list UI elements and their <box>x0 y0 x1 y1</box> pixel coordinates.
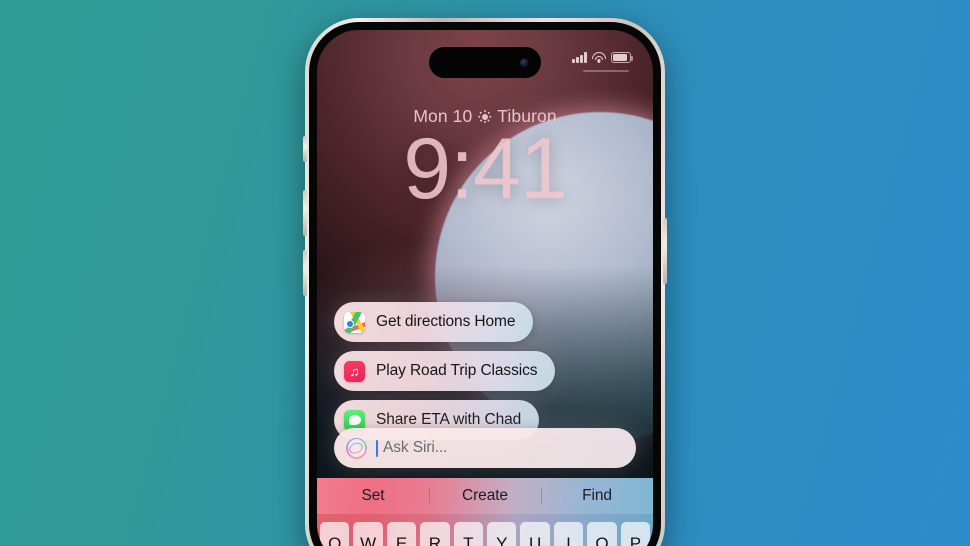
key-w[interactable]: W <box>353 522 383 546</box>
status-bar <box>572 52 633 63</box>
volume-up-button[interactable] <box>303 190 307 236</box>
battery-icon <box>611 52 633 63</box>
key-u[interactable]: U <box>520 522 550 546</box>
cellular-signal-icon <box>572 52 587 63</box>
predictive-item-find[interactable]: Find <box>541 487 653 505</box>
phone-screen[interactable]: Mon 10 Tiburon 9:41 Get directions Home … <box>317 30 653 546</box>
ask-siri-input[interactable]: Ask Siri... <box>334 428 636 468</box>
key-p[interactable]: P <box>620 522 651 546</box>
side-power-button[interactable] <box>663 218 667 284</box>
predictive-item-create[interactable]: Create <box>429 487 541 505</box>
key-t[interactable]: T <box>453 522 484 546</box>
siri-suggestion-label: Share ETA with Chad <box>376 411 522 428</box>
key-y[interactable]: Y <box>487 522 517 546</box>
on-screen-keyboard[interactable]: Q W E R T Y U I O P <box>317 514 653 546</box>
siri-suggestion-chip[interactable]: Get directions Home <box>334 302 534 342</box>
key-o[interactable]: O <box>587 522 617 546</box>
mute-switch-button[interactable] <box>303 136 307 162</box>
volume-down-button[interactable] <box>303 250 307 296</box>
home-indicator-top-line <box>583 70 629 72</box>
key-i[interactable]: I <box>553 522 584 546</box>
key-q[interactable]: Q <box>320 522 350 546</box>
key-r[interactable]: R <box>420 522 450 546</box>
ask-siri-placeholder: Ask Siri... <box>383 439 448 456</box>
siri-suggestion-label: Get directions Home <box>376 313 516 330</box>
maps-app-icon <box>344 311 365 333</box>
lockscreen-clock: 9:41 <box>403 121 567 217</box>
siri-suggestion-label: Play Road Trip Classics <box>376 362 538 379</box>
iphone-device: Mon 10 Tiburon 9:41 Get directions Home … <box>303 18 667 546</box>
siri-suggestions-list: Get directions Home Play Road Trip Class… <box>334 302 640 449</box>
predictive-item-set[interactable]: Set <box>317 487 429 505</box>
siri-glyph-icon <box>346 437 367 459</box>
key-e[interactable]: E <box>386 522 417 546</box>
text-caret <box>376 439 378 457</box>
keyboard-row-top: Q W E R T Y U I O P <box>320 522 651 546</box>
dynamic-island[interactable] <box>429 47 541 78</box>
wifi-icon <box>592 52 606 63</box>
front-camera-icon <box>520 58 529 67</box>
siri-suggestion-chip[interactable]: Play Road Trip Classics <box>334 351 556 391</box>
keyboard-predictive-bar: Set Create Find <box>317 478 653 514</box>
music-app-icon <box>344 360 365 382</box>
